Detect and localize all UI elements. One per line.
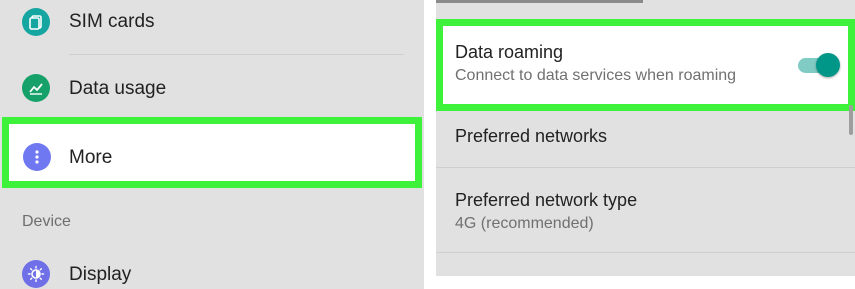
tab-indicator [436, 0, 643, 3]
settings-list-panel: SIM cards Data usage More Device Display [0, 0, 424, 289]
preferred-networks-title: Preferred networks [455, 126, 608, 146]
settings-item-more[interactable]: More [2, 117, 422, 188]
display-label: Display [69, 264, 132, 285]
data-usage-label: Data usage [69, 78, 167, 99]
display-brightness-icon [22, 260, 50, 288]
sim-card-icon [22, 8, 50, 36]
data-roaming-toggle[interactable] [796, 50, 840, 82]
toggle-thumb [816, 53, 840, 77]
more-label: More [69, 147, 113, 168]
data-usage-icon [22, 74, 50, 102]
section-header-device: Device [22, 213, 71, 230]
divider [69, 54, 404, 55]
data-roaming-setting[interactable]: Data roaming Connect to data services wh… [436, 19, 855, 111]
scrollbar[interactable] [849, 105, 853, 135]
preferred-network-type-setting[interactable]: Preferred network type 4G (recommended) [436, 168, 855, 252]
more-vertical-icon [23, 143, 51, 171]
divider [436, 252, 855, 253]
settings-item-data-usage[interactable]: Data usage [0, 62, 424, 114]
data-roaming-subtitle: Connect to data services when roaming [455, 67, 737, 84]
settings-item-sim-cards[interactable]: SIM cards [0, 0, 424, 50]
more-settings-panel: Data roaming Connect to data services wh… [436, 0, 855, 276]
data-roaming-title: Data roaming [455, 42, 564, 62]
settings-item-display[interactable]: Display [0, 250, 424, 289]
sim-cards-label: SIM cards [69, 11, 155, 32]
preferred-network-type-title: Preferred network type [455, 190, 638, 210]
preferred-network-type-value: 4G (recommended) [455, 215, 594, 232]
preferred-networks-setting[interactable]: Preferred networks [436, 111, 855, 167]
